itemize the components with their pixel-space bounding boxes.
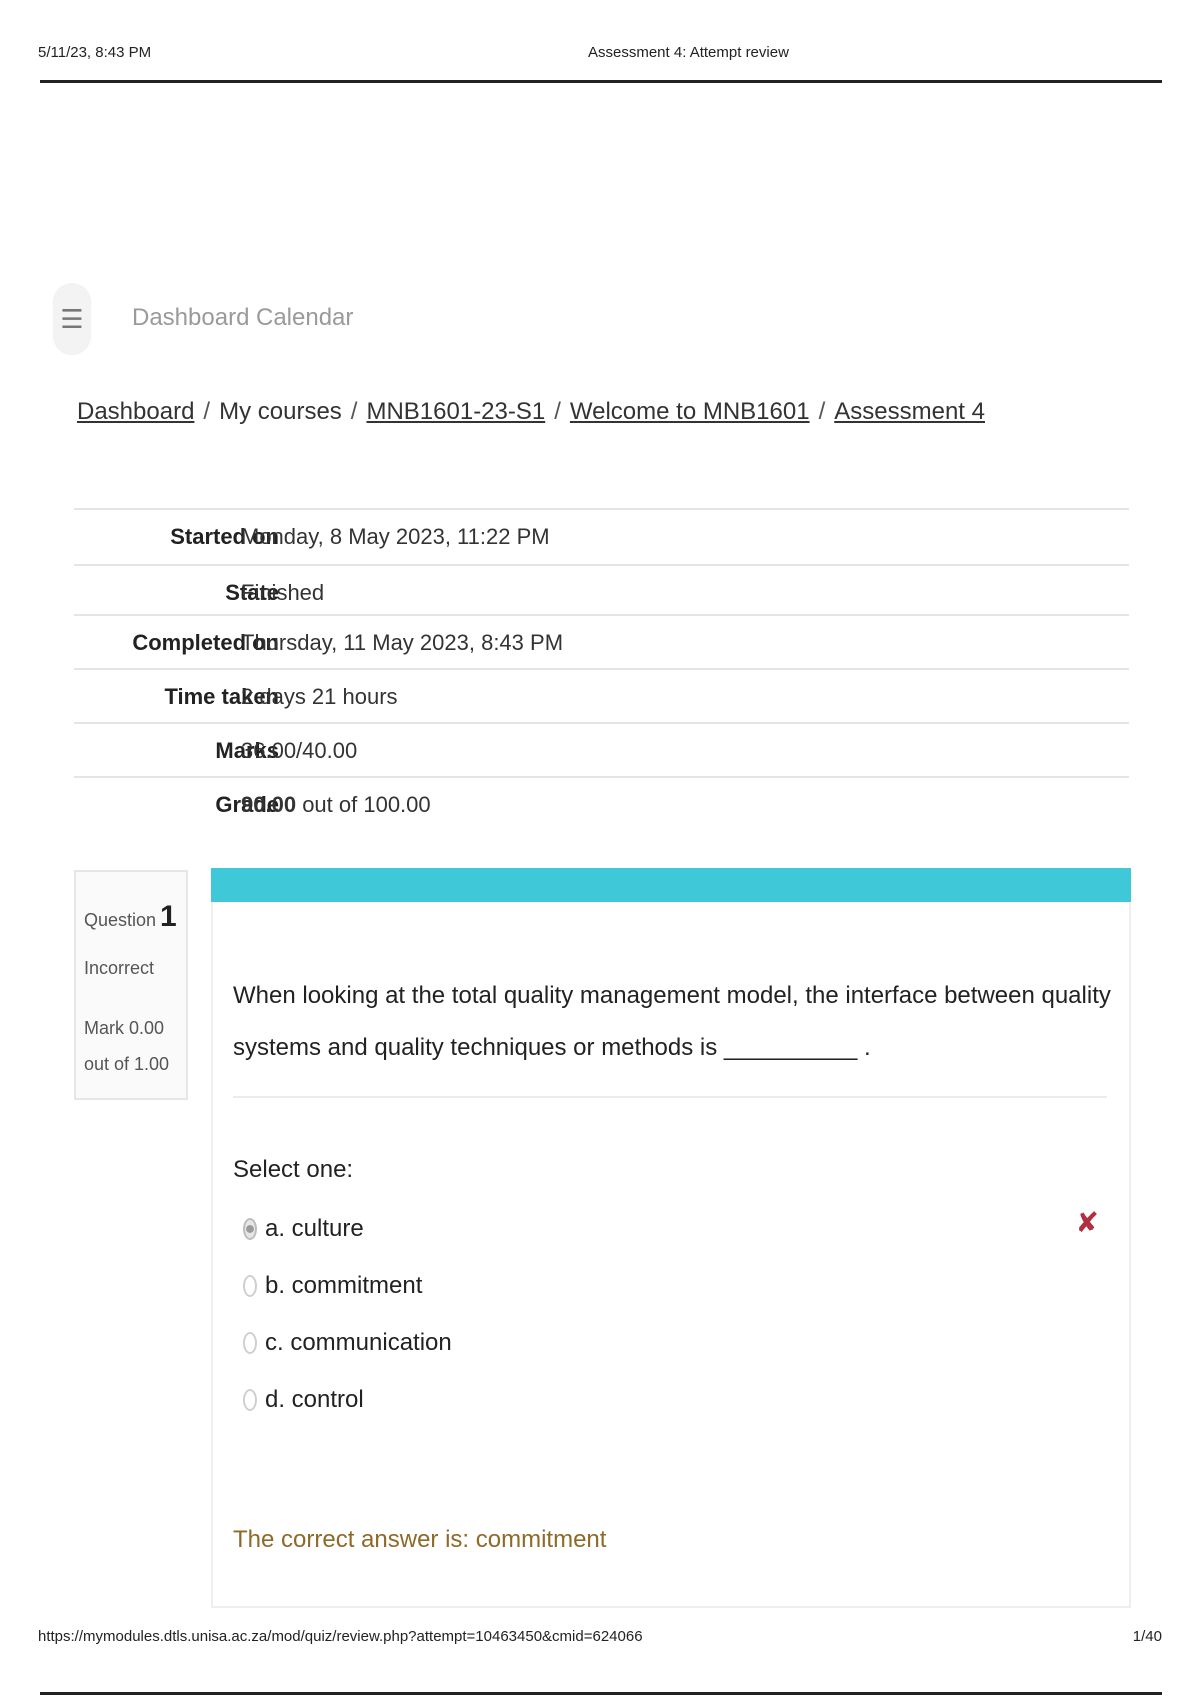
summary-row-state: State Finished (74, 566, 1129, 616)
summary-row-completed: Completed on Thursday, 11 May 2023, 8:43… (74, 616, 1129, 670)
radio-selected[interactable] (243, 1218, 257, 1240)
answer-option-c[interactable]: c. communication (243, 1326, 452, 1360)
print-page-number: 1/40 (1132, 1628, 1162, 1645)
radio[interactable] (243, 1332, 257, 1354)
radio[interactable] (243, 1275, 257, 1297)
option-label: b. commitment (265, 1272, 423, 1299)
summary-value: Thursday, 11 May 2023, 8:43 PM (241, 630, 564, 655)
summary-value: Monday, 8 May 2023, 11:22 PM (241, 524, 550, 549)
print-datetime: 5/11/23, 8:43 PM (38, 44, 152, 61)
cross-icon: ✘ (1075, 1207, 1099, 1238)
option-label: a. culture (265, 1215, 364, 1242)
question-info-box: Question 1 Incorrect Mark 0.00 out of 1.0… (74, 870, 188, 1100)
summary-value: 2 days 21 hours (241, 684, 398, 709)
correct-answer-feedback: The correct answer is: commitment (233, 1526, 607, 1553)
breadcrumb-separator: / (554, 398, 561, 425)
answer-option-d[interactable]: d. control (243, 1383, 364, 1417)
radio[interactable] (243, 1389, 257, 1411)
summary-row-marks: Marks 36.00/40.00 (74, 724, 1129, 778)
print-header: 5/11/23, 8:43 PM Assessment 4: Attempt r… (38, 44, 1162, 68)
summary-value: 36.00/40.00 (241, 738, 358, 763)
grade-value: 90.00 (241, 792, 297, 817)
breadcrumb-welcome[interactable]: Welcome to MNB1601 (570, 398, 810, 425)
question-number: Question 1 (84, 900, 177, 934)
breadcrumb: Dashboard / My courses / MNB1601-23-S1 / Welco… (77, 398, 985, 426)
question-mark: Mark 0.00 out of 1.00 (84, 1018, 170, 1074)
nav-drawer-toggle[interactable]: ☰ (54, 284, 90, 354)
question-divider (233, 1096, 1107, 1098)
print-title: Assessment 4: Attempt review (588, 44, 789, 61)
question-label: Question (84, 910, 157, 930)
summary-value: 90.00 out of 100.00 (241, 792, 431, 818)
answer-option-a[interactable]: a. culture (243, 1212, 364, 1246)
breadcrumb-separator: / (350, 398, 358, 425)
question-accent-bar (211, 868, 1131, 902)
breadcrumb-dashboard[interactable]: Dashboard (77, 398, 194, 425)
option-label: d. control (265, 1386, 364, 1413)
breadcrumb-course[interactable]: MNB1601-23-S1 (366, 398, 545, 425)
question-content: When looking at the total quality manage… (211, 868, 1131, 1608)
breadcrumb-assessment[interactable]: Assessment 4 (834, 398, 985, 425)
select-one-prompt: Select one: (233, 1156, 354, 1183)
summary-row-started: Started on Monday, 8 May 2023, 11:22 PM (74, 508, 1129, 566)
summary-value: Finished (241, 580, 325, 605)
nav-calendar-link[interactable]: Calendar (256, 304, 353, 332)
attempt-summary-table: Started on Monday, 8 May 2023, 11:22 PM … (74, 508, 1129, 832)
question-text: When looking at the total quality manage… (233, 982, 1111, 1061)
summary-row-grade: Grade 90.00 out of 100.00 (74, 778, 1129, 832)
hamburger-icon: ☰ (60, 303, 84, 334)
question-status: Incorrect (84, 958, 155, 978)
answer-option-b[interactable]: b. commitment (243, 1269, 422, 1303)
option-label: c. communication (265, 1329, 452, 1356)
nav-dashboard-link[interactable]: Dashboard (132, 304, 249, 332)
header-divider (40, 80, 1162, 83)
footer-divider (40, 1692, 1162, 1695)
summary-row-time-taken: Time taken 2 days 21 hours (74, 670, 1129, 724)
question-number-value: 1 (160, 900, 177, 933)
grade-out-of: out of 100.00 (302, 792, 431, 817)
breadcrumb-my-courses: My courses (219, 398, 342, 425)
breadcrumb-separator: / (203, 398, 211, 425)
breadcrumb-separator: / (818, 398, 826, 425)
print-url: https://mymodules.dtls.unisa.ac.za/mod/q… (38, 1628, 643, 1645)
